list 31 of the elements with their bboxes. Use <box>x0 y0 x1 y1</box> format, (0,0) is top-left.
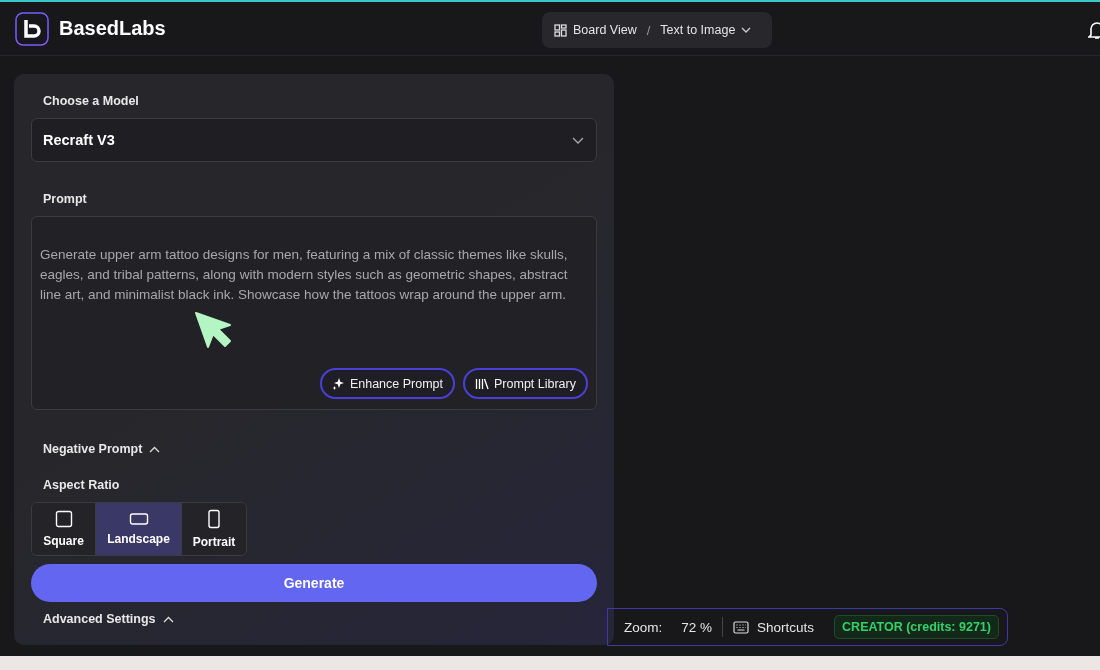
aspect-ratio-option[interactable]: Portrait <box>182 503 246 555</box>
brand-name: BasedLabs <box>59 17 166 40</box>
aspect-ratio-option[interactable]: Landscape <box>96 503 182 555</box>
shortcuts-button[interactable]: Shortcuts <box>733 619 815 635</box>
books-icon <box>475 377 489 390</box>
section-label: Prompt <box>42 192 88 206</box>
advanced-settings-toggle[interactable]: Advanced Settings <box>31 612 174 626</box>
section-label: Choose a Model <box>42 94 140 108</box>
prompt-library-button[interactable]: Prompt Library <box>463 368 588 399</box>
zoom-label: Zoom: <box>624 619 663 635</box>
section-label: Aspect Ratio <box>42 478 121 492</box>
aspect-ratio-option[interactable]: Square <box>32 503 96 555</box>
keyboard-icon <box>733 620 750 634</box>
plan-badge: CREATOR (credits: 9271) <box>834 615 999 639</box>
model-select[interactable]: Recraft V3 <box>31 118 597 162</box>
breadcrumb-separator: / <box>646 22 651 38</box>
sparkle-icon <box>331 377 345 390</box>
portrait-rectangle-icon <box>207 509 221 529</box>
page-dropdown[interactable]: Text to Image <box>660 23 752 37</box>
enhance-prompt-button[interactable]: Enhance Prompt <box>319 368 455 399</box>
square-icon <box>54 510 73 528</box>
zoom-value: 72 % <box>681 619 713 635</box>
grid-icon <box>554 23 567 37</box>
board-view-link[interactable]: Board View <box>554 23 637 37</box>
generate-button[interactable]: Generate <box>31 564 597 602</box>
landscape-rectangle-icon <box>128 512 149 526</box>
negative-prompt-toggle[interactable]: Negative Prompt <box>31 442 161 456</box>
logo-icon <box>15 11 49 46</box>
chevron-down-icon <box>572 136 584 144</box>
prompt-field[interactable]: Generate upper arm tattoo designs for men, featuring a mix of classic themes like skulls, eagles, and tribal patterns, along with modern styles such as geometric shapes, abstract line art, and minimalist black ink. Showcase how the tattoos wrap around the upper arm. <box>40 245 588 368</box>
chevron-down-icon <box>741 27 752 33</box>
